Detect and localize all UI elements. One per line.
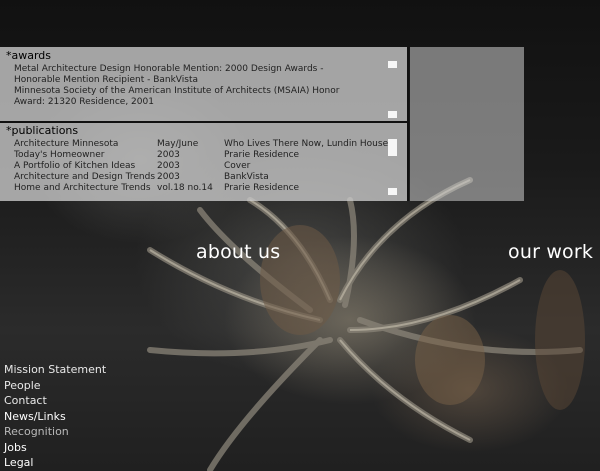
menu-item-recognition[interactable]: Recognition [4,424,106,440]
awards-title: *awards [6,49,52,62]
publication-subject: Cover [224,161,251,171]
nav-about-us[interactable]: about us [196,241,280,263]
award-item: Minnesota Society of the American Instit… [14,86,340,107]
publication-subject: Prarie Residence [224,150,300,160]
menu-item-news-links[interactable]: News/Links [4,409,106,425]
side-panel [410,47,524,201]
publication-date: 2003 [157,150,180,160]
award-item: Metal Architecture Design Honorable Ment… [14,64,324,85]
awards-scroll-down[interactable] [388,111,397,118]
publication-name: Architecture and Design Trends [14,172,156,182]
awards-scroll-up[interactable] [388,61,397,68]
publications-title: *publications [6,124,79,137]
menu-item-legal[interactable]: Legal [4,455,106,471]
publication-subject: Prarie Residence [224,183,300,193]
nav-our-work[interactable]: our work [508,241,593,263]
publication-subject: Who Lives There Now, Lundin House [224,139,389,149]
menu-item-jobs[interactable]: Jobs [4,440,106,456]
awards-panel: *awards Metal Architecture Design Honora… [0,47,407,121]
awards-list: Metal Architecture Design Honorable Ment… [14,64,366,108]
publication-name: Today's Homeowner [14,150,105,160]
publication-subject: BankVista [224,172,269,182]
panel-vertical-divider [407,47,409,201]
publications-panel: *publications Architecture Minnesota May… [0,123,407,201]
publication-name: Home and Architecture Trends [14,183,151,193]
publication-name: Architecture Minnesota [14,139,119,149]
side-menu: Mission Statement People Contact News/Li… [4,362,106,471]
publications-scroll-thumb[interactable] [388,139,397,156]
publication-date: vol.18 no.14 [157,183,213,193]
menu-item-mission-statement[interactable]: Mission Statement [4,362,106,378]
publication-date: 2003 [157,172,180,182]
publication-name: A Portfolio of Kitchen Ideas [14,161,136,171]
menu-item-people[interactable]: People [4,378,106,394]
publication-date: May/June [157,139,199,149]
publication-date: 2003 [157,161,180,171]
menu-item-contact[interactable]: Contact [4,393,106,409]
publications-scroll-down[interactable] [388,188,397,195]
